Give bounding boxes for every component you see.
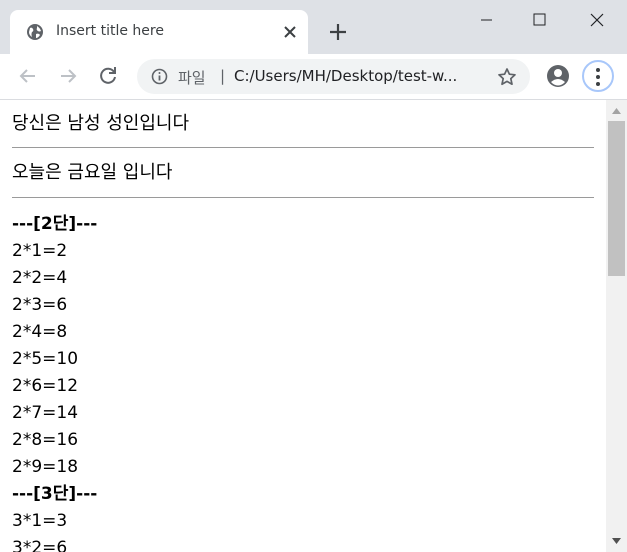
back-arrow-icon[interactable]	[16, 64, 40, 88]
scrollbar-thumb[interactable]	[608, 121, 625, 276]
browser-toolbar: 파일 | C:/Users/MH/Desktop/test-w...	[0, 54, 627, 100]
title-bar: Insert title here	[0, 0, 627, 54]
times-table-row: 2*3=6	[12, 295, 68, 315]
address-bar[interactable]: 파일 | C:/Users/MH/Desktop/test-w...	[137, 59, 530, 94]
plus-icon[interactable]	[329, 23, 347, 41]
times-table-row: 3*2=6	[12, 538, 68, 552]
scheme-label: 파일	[178, 69, 206, 87]
menu-button[interactable]	[582, 60, 614, 92]
page-viewport: 당신은 남성 성인입니다 오늘은 금요일 입니다 ---[2단]--- 2*1=…	[0, 100, 606, 552]
more-vert-icon	[596, 68, 600, 86]
times-table-row: 2*6=12	[12, 376, 79, 396]
times-table-row: 2*8=16	[12, 430, 79, 450]
times-table-header: ---[2단]---	[12, 214, 98, 234]
scheme-separator: |	[220, 67, 226, 85]
times-table-row: 3*1=3	[12, 511, 68, 531]
globe-icon	[27, 24, 43, 40]
forward-arrow-icon[interactable]	[56, 64, 80, 88]
info-icon[interactable]	[151, 68, 168, 85]
times-table-row: 2*5=10	[12, 349, 79, 369]
reload-icon[interactable]	[96, 64, 120, 88]
times-table-row: 2*9=18	[12, 457, 79, 477]
divider	[12, 147, 594, 148]
times-table-3: ---[3단]--- 3*1=3 3*2=6	[12, 481, 594, 552]
star-icon[interactable]	[497, 67, 517, 87]
times-table-row: 2*1=2	[12, 241, 68, 261]
close-icon[interactable]	[282, 24, 298, 40]
scroll-up-arrow-icon[interactable]	[611, 107, 622, 115]
page-content: 당신은 남성 성인입니다 오늘은 금요일 입니다 ---[2단]--- 2*1=…	[12, 112, 594, 552]
window-close-icon[interactable]	[574, 0, 619, 40]
profile-icon[interactable]	[546, 64, 570, 88]
times-table-row: 2*7=14	[12, 403, 79, 423]
url-text[interactable]: C:/Users/MH/Desktop/test-w...	[234, 67, 484, 85]
divider	[12, 197, 594, 198]
times-table-row: 2*2=4	[12, 268, 68, 288]
times-table-header: ---[3단]---	[12, 484, 98, 504]
browser-tab[interactable]: Insert title here	[10, 10, 308, 54]
times-table-row: 2*4=8	[12, 322, 68, 342]
times-table-2: ---[2단]--- 2*1=2 2*2=4 2*3=6 2*4=8 2*5=1…	[12, 211, 594, 481]
vertical-scrollbar[interactable]	[606, 100, 627, 552]
gender-age-message: 당신은 남성 성인입니다	[12, 113, 190, 134]
minimize-icon[interactable]	[464, 0, 509, 40]
tab-title: Insert title here	[56, 23, 164, 39]
weekday-message: 오늘은 금요일 입니다	[12, 162, 173, 183]
maximize-icon[interactable]	[517, 0, 562, 40]
scroll-down-arrow-icon[interactable]	[611, 537, 622, 545]
